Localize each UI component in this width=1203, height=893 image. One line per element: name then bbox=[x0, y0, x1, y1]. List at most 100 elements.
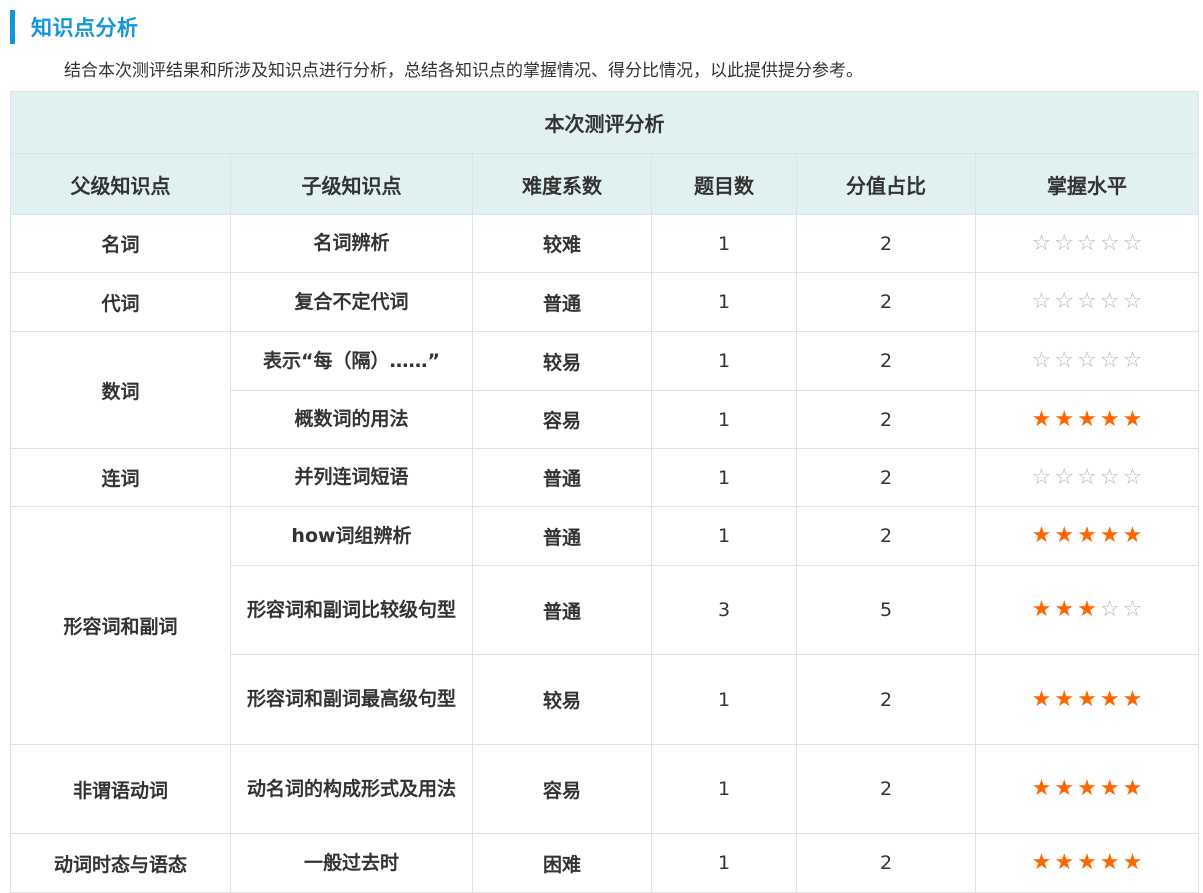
mastery-stars: ★ ★ ★ ★ ★ bbox=[1032, 852, 1143, 874]
star-empty-icon: ☆ bbox=[1031, 289, 1052, 314]
count-cell: 1 bbox=[651, 833, 797, 893]
mastery-stars: ★ ★ ★ ★ ★ bbox=[1032, 778, 1143, 800]
child-cell: 形容词和副词比较级句型 bbox=[230, 565, 473, 655]
table-row: 代词 复合不定代词 普通 1 2 ☆ ☆ ☆ ☆ ☆ bbox=[10, 272, 1199, 332]
mastery-stars: ★ ★ ★ ★ ★ bbox=[1031, 406, 1143, 432]
star-empty-icon: ☆ bbox=[1099, 230, 1120, 256]
star-empty-icon: ☆ bbox=[1122, 348, 1143, 373]
parent-cell: 动词时态与语态 bbox=[10, 833, 231, 893]
score-cell: 2 bbox=[796, 506, 976, 566]
col-header-count: 题目数 bbox=[651, 153, 797, 215]
score-cell: 2 bbox=[796, 448, 976, 507]
star-empty-icon: ☆ bbox=[1031, 348, 1052, 373]
star-filled-icon: ★ bbox=[1077, 406, 1097, 432]
section-header: 知识点分析 bbox=[10, 10, 139, 44]
star-empty-icon: ☆ bbox=[1054, 289, 1075, 314]
star-filled-icon: ★ bbox=[1054, 406, 1075, 432]
parent-cell: 非谓语动词 bbox=[10, 744, 231, 834]
star-empty-icon: ☆ bbox=[1122, 597, 1143, 622]
star-filled-icon: ★ bbox=[1031, 406, 1052, 432]
count-cell: 1 bbox=[651, 331, 797, 391]
difficulty-cell: 普通 bbox=[472, 448, 652, 507]
star-filled-icon: ★ bbox=[1077, 850, 1097, 875]
mastery-stars: ★ ★ ★ ★ ★ bbox=[1032, 525, 1143, 547]
star-filled-icon: ★ bbox=[1031, 523, 1052, 548]
section-accent-bar bbox=[10, 10, 15, 44]
star-empty-icon: ☆ bbox=[1122, 289, 1143, 314]
star-empty-icon: ☆ bbox=[1122, 464, 1143, 490]
mastery-stars: ☆ ☆ ☆ ☆ ☆ bbox=[1032, 291, 1143, 313]
mastery-stars: ★ ★ ★ ☆ ☆ bbox=[1032, 599, 1143, 621]
analysis-table: 本次测评分析 父级知识点 子级知识点 难度系数 题目数 分值占比 掌握水平 名词… bbox=[10, 91, 1199, 893]
col-header-child: 子级知识点 bbox=[230, 153, 473, 215]
star-filled-icon: ★ bbox=[1077, 597, 1097, 622]
count-cell: 1 bbox=[651, 744, 797, 834]
child-cell: 复合不定代词 bbox=[230, 272, 473, 332]
score-cell: 2 bbox=[796, 272, 976, 332]
star-filled-icon: ★ bbox=[1031, 850, 1052, 875]
star-empty-icon: ☆ bbox=[1077, 348, 1097, 373]
star-empty-icon: ☆ bbox=[1077, 464, 1097, 490]
difficulty-cell: 较易 bbox=[472, 331, 652, 391]
star-empty-icon: ☆ bbox=[1077, 289, 1097, 314]
col-header-difficulty: 难度系数 bbox=[472, 153, 652, 215]
table-row: 非谓语动词 动名词的构成形式及用法 容易 1 2 ★ ★ ★ ★ ★ bbox=[10, 744, 1199, 834]
parent-cell: 名词 bbox=[10, 214, 231, 273]
col-header-score: 分值占比 bbox=[796, 153, 976, 215]
mastery-stars: ★ ★ ★ ★ ★ bbox=[1032, 686, 1143, 712]
child-cell: 表示“每（隔）……” bbox=[230, 331, 473, 391]
star-filled-icon: ★ bbox=[1031, 776, 1052, 801]
star-filled-icon: ★ bbox=[1099, 686, 1120, 712]
star-filled-icon: ★ bbox=[1054, 523, 1075, 548]
count-cell: 1 bbox=[651, 214, 797, 273]
mastery-cell: ★ ★ ★ ★ ★ bbox=[975, 654, 1199, 745]
score-cell: 5 bbox=[796, 565, 976, 655]
star-filled-icon: ★ bbox=[1077, 776, 1097, 801]
mastery-cell: ☆ ☆ ☆ ☆ ☆ bbox=[975, 448, 1199, 507]
star-filled-icon: ★ bbox=[1122, 850, 1143, 875]
star-empty-icon: ☆ bbox=[1054, 230, 1075, 256]
child-cell: 概数词的用法 bbox=[230, 390, 473, 449]
child-cell: 一般过去时 bbox=[230, 833, 473, 893]
col-header-mastery: 掌握水平 bbox=[975, 153, 1199, 215]
mastery-cell: ☆ ☆ ☆ ☆ ☆ bbox=[975, 331, 1199, 391]
star-filled-icon: ★ bbox=[1122, 686, 1143, 712]
count-cell: 1 bbox=[651, 272, 797, 332]
star-empty-icon: ☆ bbox=[1122, 230, 1143, 256]
count-cell: 1 bbox=[651, 506, 797, 566]
table-row: 名词 名词辨析 较难 1 2 ☆ ☆ ☆ ☆ ☆ bbox=[10, 214, 1199, 273]
difficulty-cell: 容易 bbox=[472, 744, 652, 834]
star-filled-icon: ★ bbox=[1054, 776, 1075, 801]
col-header-parent: 父级知识点 bbox=[10, 153, 231, 215]
score-cell: 2 bbox=[796, 331, 976, 391]
star-filled-icon: ★ bbox=[1099, 406, 1120, 432]
star-empty-icon: ☆ bbox=[1077, 230, 1097, 256]
mastery-cell: ★ ★ ★ ★ ★ bbox=[975, 506, 1199, 566]
score-cell: 2 bbox=[796, 833, 976, 893]
star-filled-icon: ★ bbox=[1122, 406, 1143, 432]
star-filled-icon: ★ bbox=[1031, 597, 1052, 622]
star-filled-icon: ★ bbox=[1099, 523, 1120, 548]
parent-cell: 形容词和副词 bbox=[10, 506, 231, 745]
star-empty-icon: ☆ bbox=[1054, 348, 1075, 373]
count-cell: 1 bbox=[651, 654, 797, 745]
score-cell: 2 bbox=[796, 214, 976, 273]
star-filled-icon: ★ bbox=[1054, 597, 1075, 622]
star-filled-icon: ★ bbox=[1122, 776, 1143, 801]
parent-cell: 连词 bbox=[10, 448, 231, 507]
star-empty-icon: ☆ bbox=[1054, 464, 1075, 490]
section-intro: 结合本次测评结果和所涉及知识点进行分析，总结各知识点的掌握情况、得分比情况，以此… bbox=[64, 61, 863, 81]
mastery-cell: ☆ ☆ ☆ ☆ ☆ bbox=[975, 214, 1199, 273]
table-caption: 本次测评分析 bbox=[10, 91, 1199, 154]
difficulty-cell: 困难 bbox=[472, 833, 652, 893]
parent-cell: 代词 bbox=[10, 272, 231, 332]
parent-cell: 数词 bbox=[10, 331, 231, 449]
table-row: 形容词和副词 how词组辨析 普通 1 2 ★ ★ ★ ★ ★ bbox=[10, 506, 1199, 745]
difficulty-cell: 较难 bbox=[472, 214, 652, 273]
child-cell: 形容词和副词最高级句型 bbox=[230, 654, 473, 745]
mastery-cell: ☆ ☆ ☆ ☆ ☆ bbox=[975, 272, 1199, 332]
score-cell: 2 bbox=[796, 654, 976, 745]
difficulty-cell: 普通 bbox=[472, 272, 652, 332]
star-filled-icon: ★ bbox=[1077, 523, 1097, 548]
child-cell: how词组辨析 bbox=[230, 506, 473, 566]
